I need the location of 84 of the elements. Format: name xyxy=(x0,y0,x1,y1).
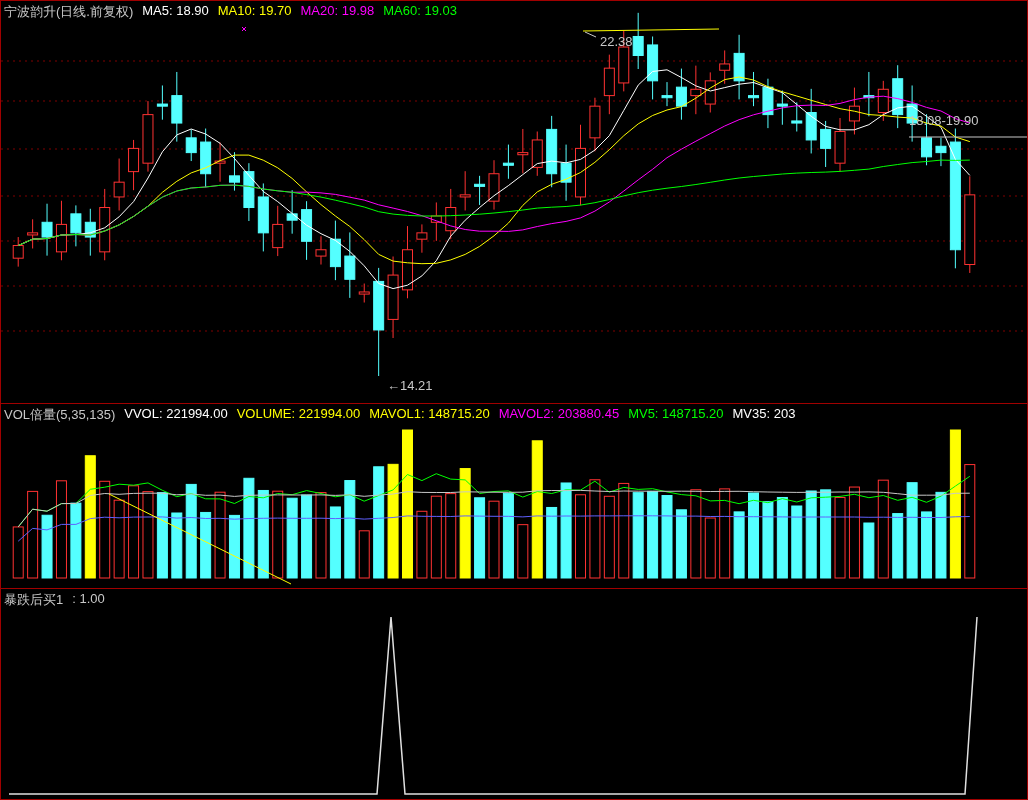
indicator-value: : 1.00 xyxy=(72,591,105,608)
candlestick xyxy=(805,88,817,154)
candlestick xyxy=(156,84,168,121)
price-label: ←14.21 xyxy=(387,378,433,393)
candlestick xyxy=(12,236,24,268)
volume-bar xyxy=(733,511,745,579)
volume-bar xyxy=(12,526,24,579)
volume-bar xyxy=(863,522,875,579)
candlestick xyxy=(661,81,673,107)
indicator-value: VVOL: 221994.00 xyxy=(124,406,228,423)
indicator-value: MV35: 203 xyxy=(732,406,796,423)
indicator-value: MAVOL2: 203880.45 xyxy=(498,406,620,423)
candlestick xyxy=(892,64,904,129)
candlestick xyxy=(128,139,140,191)
volume-bar xyxy=(416,510,428,579)
volume-bar xyxy=(200,511,212,579)
candlestick xyxy=(531,131,543,177)
candlestick xyxy=(675,68,687,121)
candlestick xyxy=(474,175,486,206)
candlestick xyxy=(329,220,341,281)
candlestick xyxy=(272,205,284,257)
volume-bar xyxy=(704,517,716,579)
candlestick xyxy=(517,128,529,174)
candlestick xyxy=(502,144,514,180)
indicator-value: VOLUME: 221994.00 xyxy=(236,406,361,423)
candlestick xyxy=(416,223,428,254)
indicator-title: 暴跌后买1 xyxy=(4,591,64,609)
volume-bar xyxy=(517,524,529,579)
candlestick xyxy=(430,201,442,242)
stock-title: 宁波韵升(日线.前复权) xyxy=(4,3,134,21)
volume-bar xyxy=(892,513,904,579)
candlestick xyxy=(935,137,947,167)
candlestick xyxy=(560,144,572,202)
candlestick xyxy=(70,204,82,247)
indicator-title: VOL倍量(5,35,135) xyxy=(4,406,116,424)
indicator-value: MV5: 148715.20 xyxy=(628,406,724,423)
candlestick xyxy=(27,218,39,249)
candlestick xyxy=(647,36,659,100)
candlestick xyxy=(200,128,212,188)
candlestick xyxy=(459,170,471,211)
indicator-value: MA5: 18.90 xyxy=(142,3,209,20)
candlestick xyxy=(113,158,125,211)
candlestick xyxy=(185,128,197,162)
candlestick xyxy=(820,120,832,168)
indicator-value: MA10: 19.70 xyxy=(217,3,292,20)
candlestick xyxy=(719,49,731,85)
candlestick xyxy=(589,97,601,152)
candlestick xyxy=(286,189,298,235)
candlestick xyxy=(358,283,370,303)
indicator-value: MA20: 19.98 xyxy=(300,3,375,20)
candlestick xyxy=(445,188,457,240)
volume-bar xyxy=(171,512,183,579)
candlestick xyxy=(690,65,702,115)
candlestick xyxy=(848,87,860,135)
candlestick xyxy=(229,151,240,192)
candlestick xyxy=(762,78,774,129)
candlestick xyxy=(171,71,183,143)
candlestick xyxy=(632,12,644,70)
candlestick xyxy=(243,162,255,222)
candlestick xyxy=(877,80,889,122)
indicator-value: MAVOL1: 148715.20 xyxy=(369,406,490,423)
volume-bar xyxy=(675,509,687,579)
candlestick xyxy=(257,182,269,252)
volume-bar xyxy=(921,511,933,579)
candlestick xyxy=(84,208,96,257)
candlestick xyxy=(791,101,803,132)
candlestick xyxy=(704,71,716,113)
candlestick xyxy=(603,54,615,115)
candlestick xyxy=(315,235,327,265)
candlestick xyxy=(344,231,356,299)
candlestick xyxy=(55,200,67,261)
candlestick xyxy=(834,117,846,173)
volume-bar xyxy=(229,514,240,579)
candlestick xyxy=(748,71,759,107)
candlestick xyxy=(733,34,745,100)
candlestick xyxy=(214,142,226,183)
candlestick xyxy=(863,71,875,117)
indicator-value: MA60: 19.03 xyxy=(383,3,457,20)
volume-bar xyxy=(41,514,53,579)
candlestick xyxy=(41,203,53,257)
cross-icon xyxy=(241,26,247,32)
volume-bar xyxy=(358,530,370,579)
candlestick xyxy=(488,159,500,211)
candlestick xyxy=(301,200,313,261)
